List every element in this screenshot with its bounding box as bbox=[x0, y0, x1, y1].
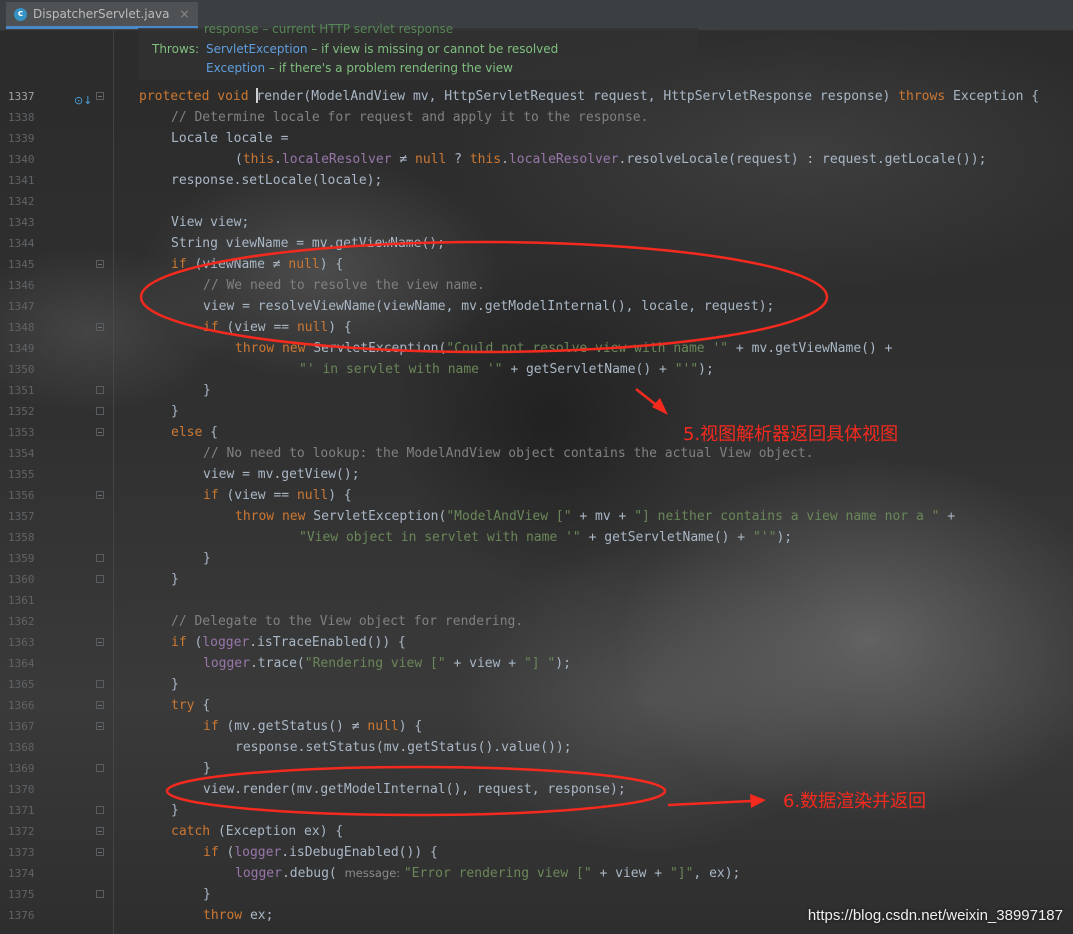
arrow-2 bbox=[667, 794, 766, 808]
annotation-view-resolver: 5.视图解析器返回具体视图 bbox=[683, 424, 899, 445]
highlight-ellipse-render bbox=[165, 765, 667, 817]
arrow-1 bbox=[635, 388, 668, 415]
watermark: https://blog.csdn.net/weixin_38997187 bbox=[807, 907, 1063, 924]
highlight-ellipse-resolve bbox=[139, 240, 829, 354]
annotation-data-render: 6.数据渲染并返回 bbox=[783, 791, 927, 812]
